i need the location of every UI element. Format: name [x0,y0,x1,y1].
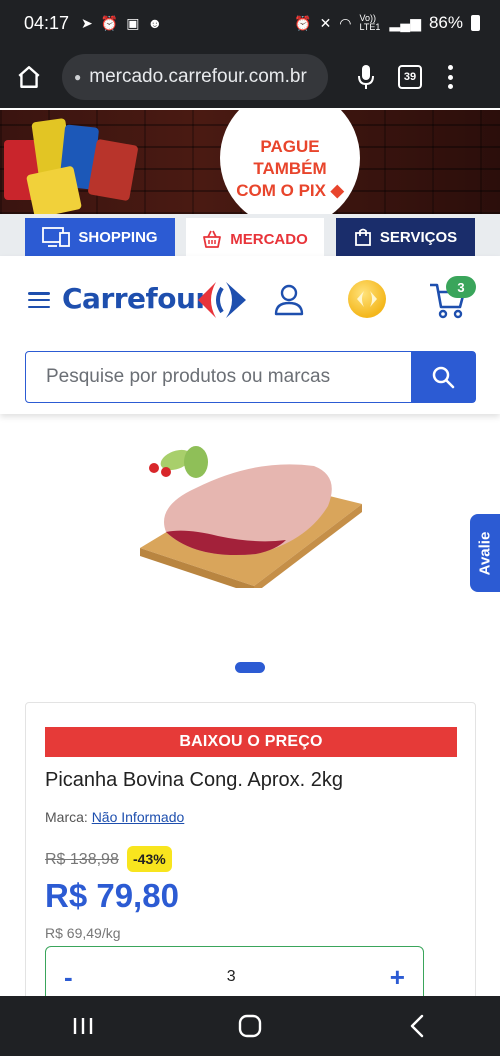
old-price: R$ 138,98 [45,851,119,868]
menu-dot [447,74,453,80]
decrease-quantity-button[interactable]: - [64,962,73,993]
tab-shopping-label: SHOPPING [78,228,158,246]
mute-icon: ✕ [319,14,332,31]
home-nav-button[interactable] [230,1006,270,1046]
recent-apps-icon [74,1018,93,1034]
tab-mercado-label: MERCADO [230,230,308,248]
brand-label: Marca: [45,809,88,825]
snacks-image [0,116,139,214]
browser-toolbar: ● mercado.carrefour.com.br 39 [0,46,500,108]
wifi-icon: ◠ [339,14,352,31]
product-title: Picanha Bovina Cong. Aprox. 2kg [45,769,343,791]
menu-dot [447,84,453,89]
menu-dot [447,65,453,70]
product-brand: Marca: Não Informado [45,809,184,825]
hamburger-line [28,292,50,295]
brand-link[interactable]: Não Informado [92,809,185,825]
monitor-icon [42,227,71,247]
site-info-icon[interactable]: ● [74,70,81,84]
alarm-icon: ⏰ [100,14,119,31]
browser-menu-button[interactable] [446,65,454,89]
messenger-icon: ➤ [81,14,93,31]
battery-icon [471,15,480,31]
image-icon: ▣ [126,14,140,31]
home-button[interactable] [14,62,44,92]
current-price: R$ 79,80 [45,877,179,914]
notification-icons: ➤ ⏰ ▣ ☻ [81,15,162,32]
lte-label: Vo)) LTE1 [359,13,381,32]
coin-logo-icon [357,291,377,307]
pix-promo-banner[interactable]: PAGUE TAMBÉM COM O PIX ◆ [0,110,500,214]
hamburger-menu-button[interactable] [28,292,50,308]
quantity-value[interactable]: 3 [227,968,236,986]
system-icons: ⏰ ✕ ◠ Vo)) LTE1 ▂▄▆ 86% [294,13,480,33]
product-card: BAIXOU O PREÇO Picanha Bovina Cong. Apro… [25,702,476,1008]
pix-logo-icon: ◆ [325,181,344,200]
product-image[interactable] [136,436,366,588]
hamburger-line [28,298,50,302]
hamburger-line [28,305,50,308]
search-icon [432,366,455,389]
status-bar: 04:17 ➤ ⏰ ▣ ☻ ⏰ ✕ ◠ Vo)) LTE1 ▂▄▆ 86% [0,0,500,46]
alarm-icon: ⏰ [294,14,312,31]
feedback-tab[interactable]: Avalie [470,514,500,592]
url-text: mercado.carrefour.com.br [89,66,307,87]
carousel-indicator[interactable] [235,662,265,673]
tab-servicos[interactable]: SERVIÇOS [336,218,475,256]
address-bar[interactable]: ● mercado.carrefour.com.br [62,54,328,100]
banner-line-3: COM O PIX [236,181,326,200]
banner-line-3-wrap: COM O PIX ◆ [236,180,344,202]
back-button[interactable] [397,1006,437,1046]
home-icon [18,66,40,88]
search-bar [25,351,476,403]
system-navigation-bar [0,996,500,1056]
promo-banner: BAIXOU O PREÇO [45,727,457,757]
discount-badge: -43% [127,846,172,872]
incognito-icon: ☻ [147,14,163,31]
rewards-coin-icon[interactable] [348,280,386,318]
voice-search-button[interactable] [354,62,378,92]
search-input[interactable] [26,353,411,401]
unit-price: R$ 69,49/kg [45,925,121,941]
cart-count-badge: 3 [446,276,476,298]
tab-mercado[interactable]: MERCADO [186,218,324,260]
signal-icon: ▂▄▆ [389,14,421,31]
bag-icon [354,228,371,246]
banner-line-2: TAMBÉM [253,159,327,178]
banner-line-1: PAGUE [260,137,320,156]
home-circle-icon [238,1014,262,1038]
search-button[interactable] [411,352,475,402]
battery-level: 86% [428,13,463,32]
microphone-icon [358,65,374,89]
user-account-icon[interactable] [274,284,304,316]
site-header: Carrefour 3 [0,256,500,414]
pix-badge: PAGUE TAMBÉM COM O PIX ◆ [220,110,360,214]
carrefour-logo-text[interactable]: Carrefour [62,282,209,315]
feedback-tab-label: Avalie [476,531,494,575]
tab-servicos-label: SERVIÇOS [379,228,458,246]
tab-switcher-button[interactable]: 39 [398,65,422,89]
status-time: 04:17 [24,12,70,33]
increase-quantity-button[interactable]: + [390,962,405,993]
carrefour-logo-icon[interactable] [196,280,250,320]
back-chevron-icon [410,1014,423,1038]
basket-icon [203,230,222,248]
store-tabs: SHOPPING MERCADO SERVIÇOS [0,214,500,260]
tab-shopping[interactable]: SHOPPING [25,218,175,256]
recent-apps-button[interactable] [63,1006,103,1046]
